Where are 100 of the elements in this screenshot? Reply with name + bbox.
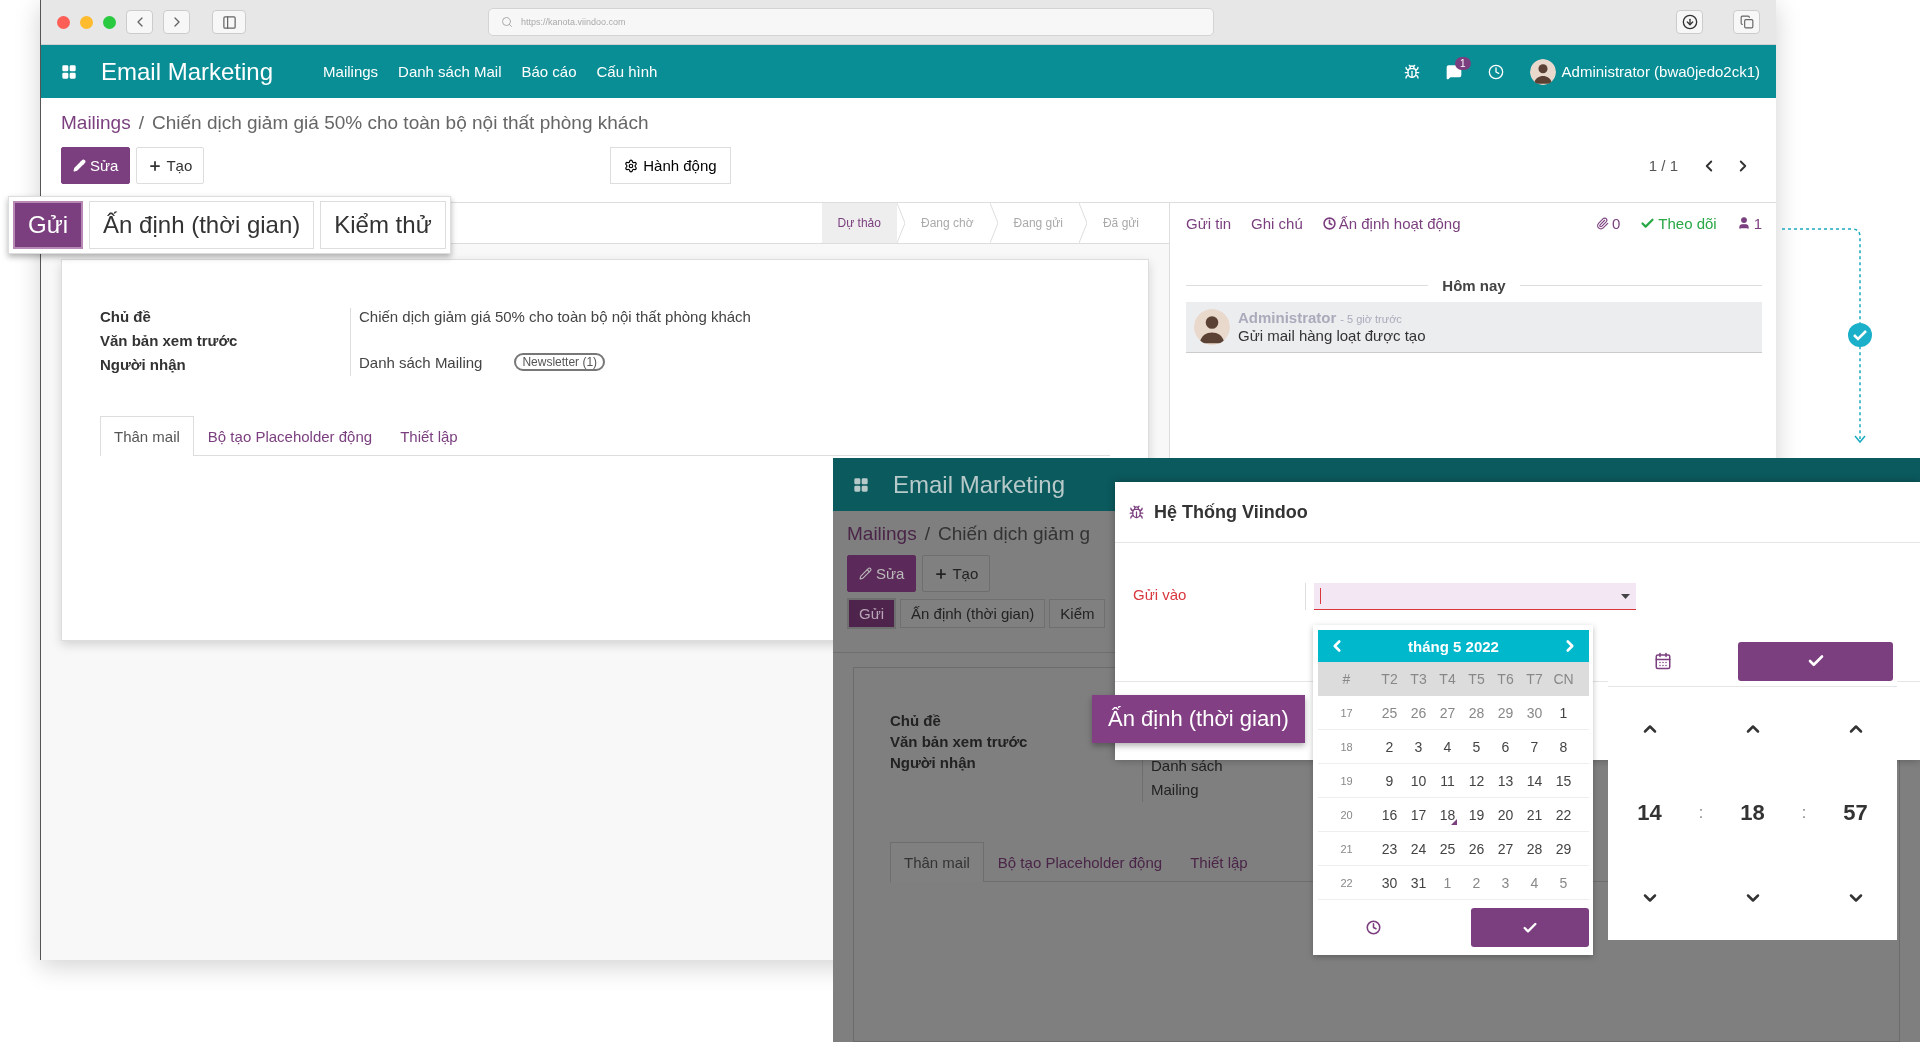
date-separator: Hôm nay	[1442, 277, 1506, 294]
action-button[interactable]: Hành động	[610, 147, 731, 184]
tabs-button[interactable]	[1733, 10, 1760, 34]
message-count: 1	[1455, 56, 1471, 70]
calendar-button[interactable]	[1654, 652, 1672, 670]
calendar-day[interactable]: 31	[1404, 874, 1433, 891]
header-button[interactable]: Ấn định (thời gian)	[900, 599, 1046, 628]
status-stage[interactable]: Dự thảo	[821, 203, 897, 243]
calendar-day[interactable]: 10	[1404, 772, 1433, 789]
pager: 1 / 1	[1648, 157, 1678, 174]
weekday-header: T7	[1525, 670, 1544, 687]
tag: Newsletter (1)	[514, 353, 606, 371]
avatar	[1194, 309, 1230, 345]
followers-count[interactable]: 1	[1736, 214, 1762, 232]
calendar-day[interactable]: 11	[1433, 772, 1462, 789]
calendar-day[interactable]: 28	[1520, 840, 1549, 857]
menu-item[interactable]: Báo cáo	[521, 63, 577, 80]
calendar-day[interactable]: 4	[1433, 738, 1462, 755]
menu-item[interactable]: Mailings	[323, 63, 379, 80]
header-button[interactable]: Ấn định (thời gian)	[89, 201, 315, 249]
user-menu[interactable]: Administrator (bwa0jedo2ck1)	[1561, 63, 1760, 80]
calendar-day[interactable]: 5	[1549, 874, 1578, 891]
calendar-day[interactable]: 17	[1404, 806, 1433, 823]
edit-button[interactable]: Sửa	[847, 555, 917, 592]
calendar-day[interactable]: 27	[1491, 840, 1520, 857]
calendar-day[interactable]: 12	[1462, 772, 1491, 789]
clock-icon[interactable]	[1487, 63, 1504, 80]
calendar-day[interactable]: 1	[1549, 704, 1578, 721]
calendar-day[interactable]: 25	[1433, 840, 1462, 857]
message-author: Administrator	[1238, 309, 1337, 326]
calendar-day[interactable]: 2	[1375, 738, 1404, 755]
calendar-day[interactable]: 25	[1375, 704, 1404, 721]
calendar-day[interactable]: 26	[1462, 840, 1491, 857]
close-light[interactable]	[57, 15, 70, 29]
calendar-day[interactable]: 29	[1549, 840, 1578, 857]
calendar-day[interactable]: 24	[1404, 840, 1433, 857]
header-button[interactable]: Kiểm thử	[320, 201, 446, 249]
schedule-activity-link[interactable]: Ấn định hoạt động	[1322, 214, 1461, 232]
minute-value[interactable]: 18	[1740, 800, 1765, 827]
calendar-day[interactable]: 3	[1491, 874, 1520, 891]
create-button[interactable]: Tạo	[136, 147, 205, 184]
field-label: Văn bản xem trước	[890, 733, 1028, 750]
header-button[interactable]: Kiểm	[1049, 599, 1106, 628]
tabs-icon	[1739, 15, 1754, 29]
calendar-day[interactable]: 18	[1433, 806, 1462, 823]
tab[interactable]: Thân mail	[100, 416, 194, 456]
menu-item[interactable]: Cấu hình	[596, 63, 658, 80]
search-icon	[501, 16, 513, 28]
edit-button[interactable]: Sửa	[61, 147, 131, 184]
apps-icon[interactable]	[853, 476, 869, 493]
app-name: Email Marketing	[893, 470, 1066, 499]
breadcrumb-current: Chiến dịch giảm giá 50% cho toàn bộ nội thất phòng khách	[152, 112, 649, 134]
calendar-day[interactable]: 15	[1549, 772, 1578, 789]
calendar-icon	[1654, 652, 1672, 670]
calendar-day[interactable]: 27	[1433, 704, 1462, 721]
calendar-day[interactable]: 21	[1520, 806, 1549, 823]
log-note-link[interactable]: Ghi chú	[1251, 214, 1303, 232]
calendar-day[interactable]: 23	[1375, 840, 1404, 857]
calendar-day[interactable]: 20	[1491, 806, 1520, 823]
send-button[interactable]: Gửi	[13, 201, 84, 249]
calendar-day[interactable]: 3	[1404, 738, 1433, 755]
bug-icon[interactable]	[1403, 63, 1420, 80]
second-value[interactable]: 57	[1843, 800, 1868, 827]
confirm-button[interactable]	[1738, 641, 1893, 681]
breadcrumb-link[interactable]: Mailings	[61, 112, 131, 134]
calendar-day[interactable]: 2	[1462, 874, 1491, 891]
hour-value[interactable]: 14	[1637, 800, 1662, 827]
calendar-day[interactable]: 7	[1520, 738, 1549, 755]
breadcrumb-separator: /	[924, 523, 930, 545]
menu-item[interactable]: Danh sách Mail	[398, 63, 502, 80]
weekday-header: T2	[1380, 670, 1399, 687]
calendar-day[interactable]: 5	[1462, 738, 1491, 755]
create-button[interactable]: Tạo	[922, 555, 991, 592]
sidebar-button[interactable]	[212, 10, 246, 34]
calendar-day[interactable]: 4	[1520, 874, 1549, 891]
calendar-day[interactable]: 1	[1433, 874, 1462, 891]
calendar-day[interactable]: 8	[1549, 738, 1578, 755]
clock-icon	[1365, 920, 1381, 935]
calendar-day[interactable]: 19	[1462, 806, 1491, 823]
calendar-day[interactable]: 16	[1375, 806, 1404, 823]
apps-icon[interactable]	[61, 63, 77, 80]
download-button[interactable]	[1676, 10, 1703, 34]
calendar-day[interactable]: 13	[1491, 772, 1520, 789]
calendar-day[interactable]: 6	[1491, 738, 1520, 755]
calendar-day[interactable]: 30	[1375, 874, 1404, 891]
date-input-field[interactable]	[1314, 583, 1636, 610]
weekday-header: T5	[1467, 670, 1486, 687]
calendar-day[interactable]: 26	[1404, 704, 1433, 721]
attachment-count[interactable]: 0	[1595, 214, 1621, 232]
calendar-day[interactable]: 28	[1462, 704, 1491, 721]
calendar-day[interactable]: 14	[1520, 772, 1549, 789]
tab[interactable]: Thiết lập	[386, 416, 472, 456]
calendar-day[interactable]: 30	[1520, 704, 1549, 721]
send-button[interactable]: Gửi	[847, 598, 897, 629]
gear-icon	[624, 158, 639, 173]
calendar-day[interactable]: 9	[1375, 772, 1404, 789]
calendar-day[interactable]: 29	[1491, 704, 1520, 721]
calendar-day[interactable]: 22	[1549, 806, 1578, 823]
tab[interactable]: Bộ tạo Placeholder động	[193, 416, 387, 456]
send-message-link[interactable]: Gửi tin	[1186, 214, 1232, 232]
